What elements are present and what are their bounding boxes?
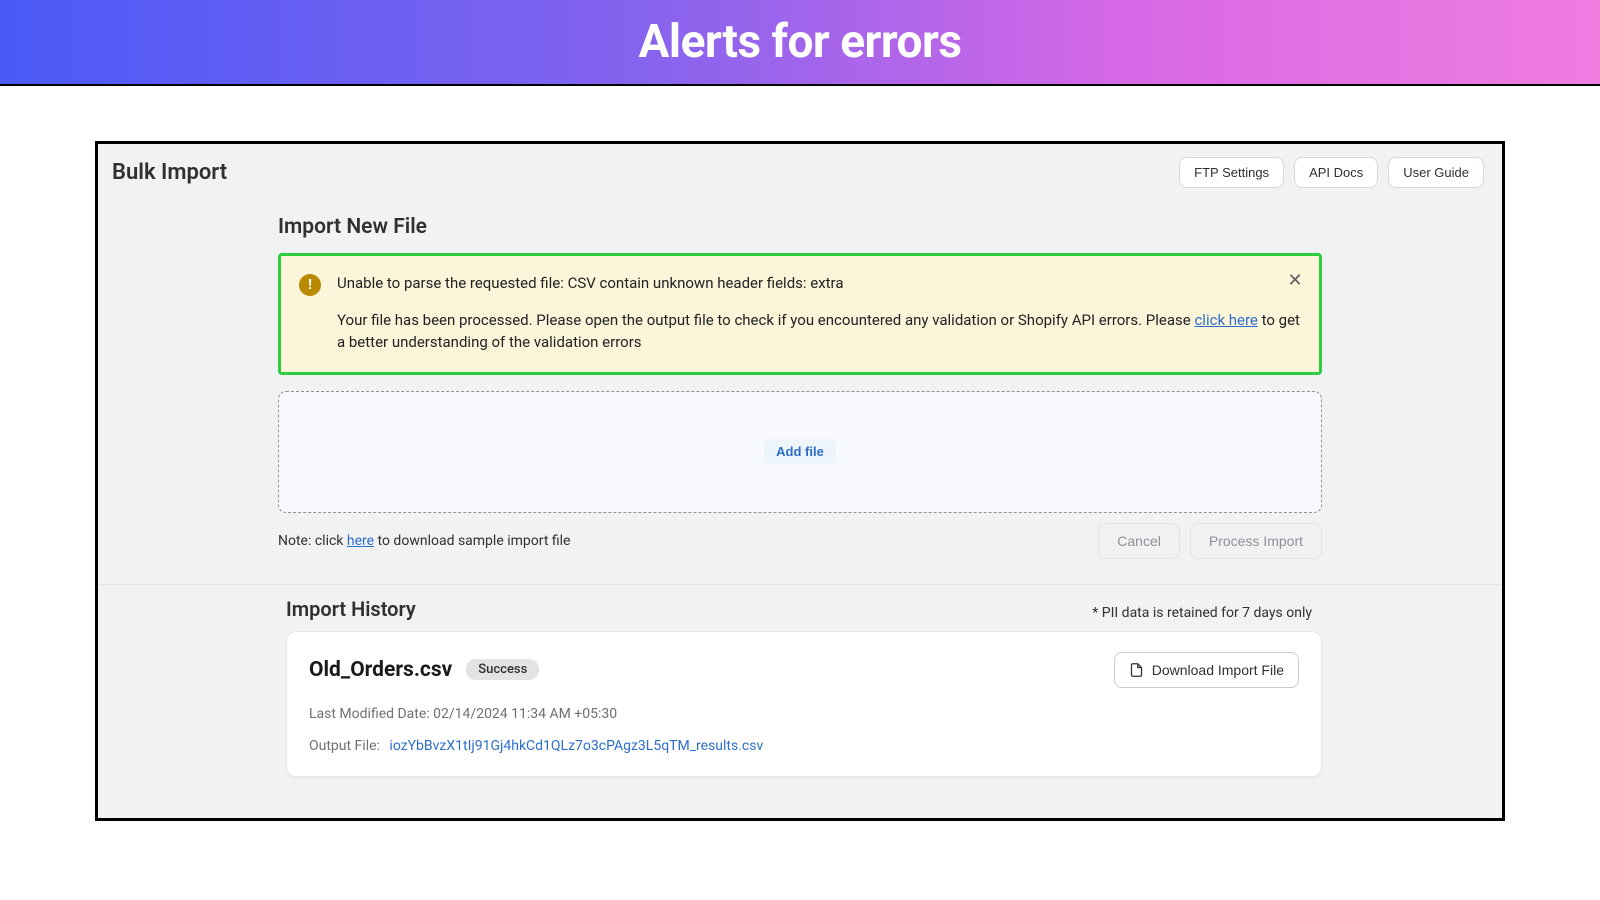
document-icon — [1129, 661, 1144, 679]
import-new-title: Import New File — [278, 215, 1322, 239]
page-title: Bulk Import — [112, 160, 227, 185]
topbar: Bulk Import FTP Settings API Docs User G… — [98, 144, 1502, 201]
file-dropzone[interactable]: Add file — [278, 391, 1322, 513]
alert-message-primary: Unable to parse the requested file: CSV … — [337, 274, 1301, 292]
topbar-actions: FTP Settings API Docs User Guide — [1179, 157, 1484, 188]
output-file-link[interactable]: iozYbBvzX1tIj91Gj4hkCd1QLz7o3cPAgz3L5qTM… — [389, 738, 763, 754]
process-import-button[interactable]: Process Import — [1190, 523, 1322, 559]
import-history-title: Import History — [286, 597, 416, 621]
sample-here-link[interactable]: here — [347, 533, 374, 549]
history-file-name: Old_Orders.csv — [309, 658, 452, 682]
last-modified-line: Last Modified Date: 02/14/2024 11:34 AM … — [309, 706, 1299, 722]
import-history-section: Import History * PII data is retained fo… — [98, 597, 1502, 777]
pii-retention-note: * PII data is retained for 7 days only — [1092, 605, 1312, 621]
alert-message-secondary: Your file has been processed. Please ope… — [337, 310, 1301, 354]
add-file-button[interactable]: Add file — [764, 439, 836, 464]
output-label: Output File: — [309, 738, 380, 754]
alert-click-here-link[interactable]: click here — [1194, 311, 1257, 329]
cancel-button[interactable]: Cancel — [1098, 523, 1180, 559]
slide-banner: Alerts for errors — [0, 0, 1600, 86]
import-new-section: Import New File ! Unable to parse the re… — [98, 215, 1502, 559]
note-prefix: Note: click — [278, 533, 347, 549]
modified-value: 02/14/2024 11:34 AM +05:30 — [433, 706, 617, 722]
close-icon[interactable]: ✕ — [1285, 270, 1305, 290]
warning-icon: ! — [299, 274, 321, 296]
sample-note: Note: click here to download sample impo… — [278, 533, 570, 549]
error-alert: ! Unable to parse the requested file: CS… — [278, 253, 1322, 375]
modified-label: Last Modified Date: — [309, 706, 433, 722]
download-import-file-button[interactable]: Download Import File — [1114, 652, 1299, 688]
download-button-label: Download Import File — [1152, 662, 1284, 678]
api-docs-button[interactable]: API Docs — [1294, 157, 1378, 188]
alert-text-a: Your file has been processed. Please ope… — [337, 311, 1194, 329]
ftp-settings-button[interactable]: FTP Settings — [1179, 157, 1284, 188]
status-badge: Success — [466, 659, 539, 680]
banner-title: Alerts for errors — [638, 15, 961, 69]
output-file-line: Output File: iozYbBvzX1tIj91Gj4hkCd1QLz7… — [309, 738, 1299, 754]
note-suffix: to download sample import file — [374, 533, 570, 549]
app-window: Bulk Import FTP Settings API Docs User G… — [95, 141, 1505, 821]
history-item: Old_Orders.csv Success Download Import F… — [286, 631, 1322, 777]
user-guide-button[interactable]: User Guide — [1388, 157, 1484, 188]
section-divider — [98, 584, 1502, 585]
